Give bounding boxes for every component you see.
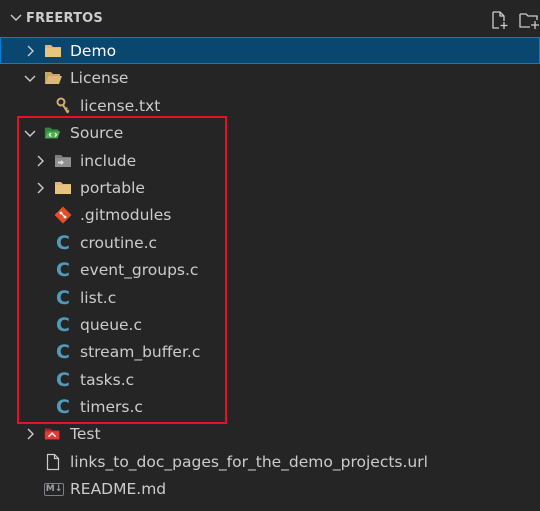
tree-item-tasks[interactable]: C tasks.c	[0, 366, 540, 393]
explorer-header[interactable]: FREERTOS	[0, 0, 540, 37]
folder-include-icon	[54, 152, 72, 170]
chevron-down-icon[interactable]	[22, 70, 38, 86]
chevron-right-icon[interactable]	[22, 43, 38, 59]
tree-item-queue[interactable]: C queue.c	[0, 311, 540, 338]
markdown-icon-text: M↓	[43, 482, 65, 496]
folder-source-icon	[44, 124, 62, 142]
chevron-right-icon[interactable]	[32, 153, 48, 169]
explorer-title: FREERTOS	[26, 11, 103, 26]
tree-item-label: License	[70, 69, 129, 88]
file-tree: Demo License license.txt Source include …	[0, 37, 540, 503]
tree-item-label: stream_buffer.c	[80, 343, 201, 362]
tree-item-links-url[interactable]: links_to_doc_pages_for_the_demo_projects…	[0, 448, 540, 475]
c-file-icon: C	[56, 368, 70, 391]
tree-item-readme[interactable]: M↓ README.md	[0, 475, 540, 502]
new-folder-icon[interactable]	[518, 9, 540, 31]
tree-item-label: links_to_doc_pages_for_the_demo_projects…	[70, 452, 428, 471]
tree-item-label: include	[80, 151, 137, 170]
tree-item-label: license.txt	[80, 96, 161, 115]
tree-item-label: Demo	[70, 42, 117, 60]
chevron-right-icon[interactable]	[32, 180, 48, 196]
tree-item-demo[interactable]: Demo	[0, 37, 540, 65]
c-file-icon: C	[56, 231, 70, 254]
folder-icon	[54, 179, 72, 197]
c-file-icon: C	[56, 341, 70, 364]
chevron-right-icon[interactable]	[22, 426, 38, 442]
file-icon	[44, 453, 62, 471]
tree-item-gitmodules[interactable]: .gitmodules	[0, 201, 540, 228]
git-icon	[54, 206, 72, 224]
new-file-icon[interactable]	[488, 9, 510, 31]
tree-item-label: croutine.c	[80, 233, 158, 252]
c-file-icon: C	[56, 286, 70, 309]
tree-item-label: .gitmodules	[80, 206, 172, 225]
tree-item-label: tasks.c	[80, 370, 135, 389]
tree-item-label: README.md	[70, 480, 167, 499]
tree-item-label: Source	[70, 124, 124, 143]
folder-icon	[44, 42, 62, 60]
tree-item-croutine[interactable]: C croutine.c	[0, 229, 540, 256]
folder-test-icon	[44, 425, 62, 443]
tree-item-label: Test	[70, 425, 101, 444]
tree-item-label: event_groups.c	[80, 261, 199, 280]
folder-open-icon	[44, 69, 62, 87]
tree-item-timers[interactable]: C timers.c	[0, 393, 540, 420]
c-file-icon: C	[56, 396, 70, 419]
chevron-down-icon[interactable]	[8, 9, 24, 29]
tree-item-event-groups[interactable]: C event_groups.c	[0, 256, 540, 283]
tree-item-label: timers.c	[80, 398, 143, 417]
tree-item-label: queue.c	[80, 315, 143, 334]
c-file-icon: C	[56, 313, 70, 336]
tree-item-stream-buffer[interactable]: C stream_buffer.c	[0, 338, 540, 365]
tree-item-portable[interactable]: portable	[0, 174, 540, 201]
tree-item-include[interactable]: include	[0, 147, 540, 174]
tree-item-list[interactable]: C list.c	[0, 284, 540, 311]
chevron-down-icon[interactable]	[22, 125, 38, 141]
tree-item-label: portable	[80, 178, 145, 197]
c-file-icon: C	[56, 259, 70, 282]
license-key-icon	[54, 97, 72, 115]
tree-item-source[interactable]: Source	[0, 119, 540, 146]
tree-item-license[interactable]: License	[0, 64, 540, 91]
tree-item-test[interactable]: Test	[0, 420, 540, 447]
tree-item-label: list.c	[80, 288, 117, 307]
tree-item-license-txt[interactable]: license.txt	[0, 92, 540, 119]
markdown-icon: M↓	[43, 480, 65, 498]
